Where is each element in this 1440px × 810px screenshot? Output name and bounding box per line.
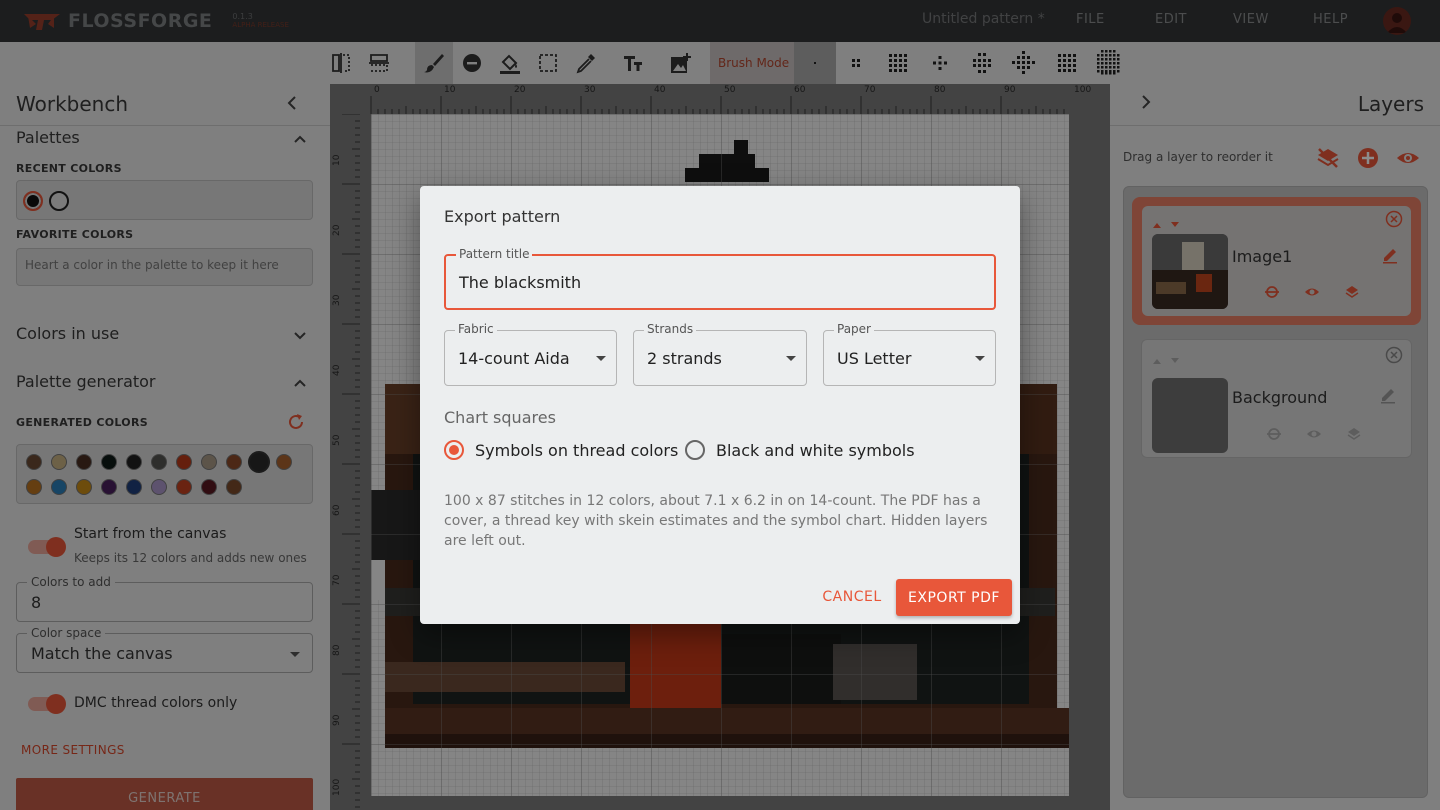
fabric-select[interactable]: Fabric 14-count Aida (444, 322, 617, 386)
radio-thread-colors-label[interactable]: Symbols on thread colors (475, 441, 678, 460)
export-pdf-button[interactable]: EXPORT PDF (896, 579, 1012, 616)
fabric-value: 14-count Aida (458, 349, 570, 368)
paper-value: US Letter (837, 349, 912, 368)
chart-squares-label: Chart squares (444, 408, 556, 427)
cancel-button[interactable]: CANCEL (820, 579, 884, 615)
export-description: 100 x 87 stitches in 12 colors, about 7.… (444, 493, 988, 549)
pattern-title-input[interactable]: Pattern title The blacksmith (444, 247, 996, 310)
fabric-label: Fabric (455, 322, 497, 336)
caret-down-icon (786, 356, 796, 361)
pattern-title-value: The blacksmith (459, 273, 582, 292)
radio-black-white-label[interactable]: Black and white symbols (716, 441, 915, 460)
radio-thread-colors[interactable] (444, 440, 464, 460)
pattern-title-label: Pattern title (456, 247, 533, 261)
caret-down-icon (975, 356, 985, 361)
strands-select[interactable]: Strands 2 strands (633, 322, 807, 386)
export-dialog: Export pattern Pattern title The blacksm… (420, 186, 1020, 624)
dialog-title: Export pattern (444, 207, 561, 226)
paper-label: Paper (834, 322, 874, 336)
strands-value: 2 strands (647, 349, 722, 368)
paper-select[interactable]: Paper US Letter (823, 322, 996, 386)
caret-down-icon (596, 356, 606, 361)
radio-black-white[interactable] (685, 440, 705, 460)
strands-label: Strands (644, 322, 697, 336)
